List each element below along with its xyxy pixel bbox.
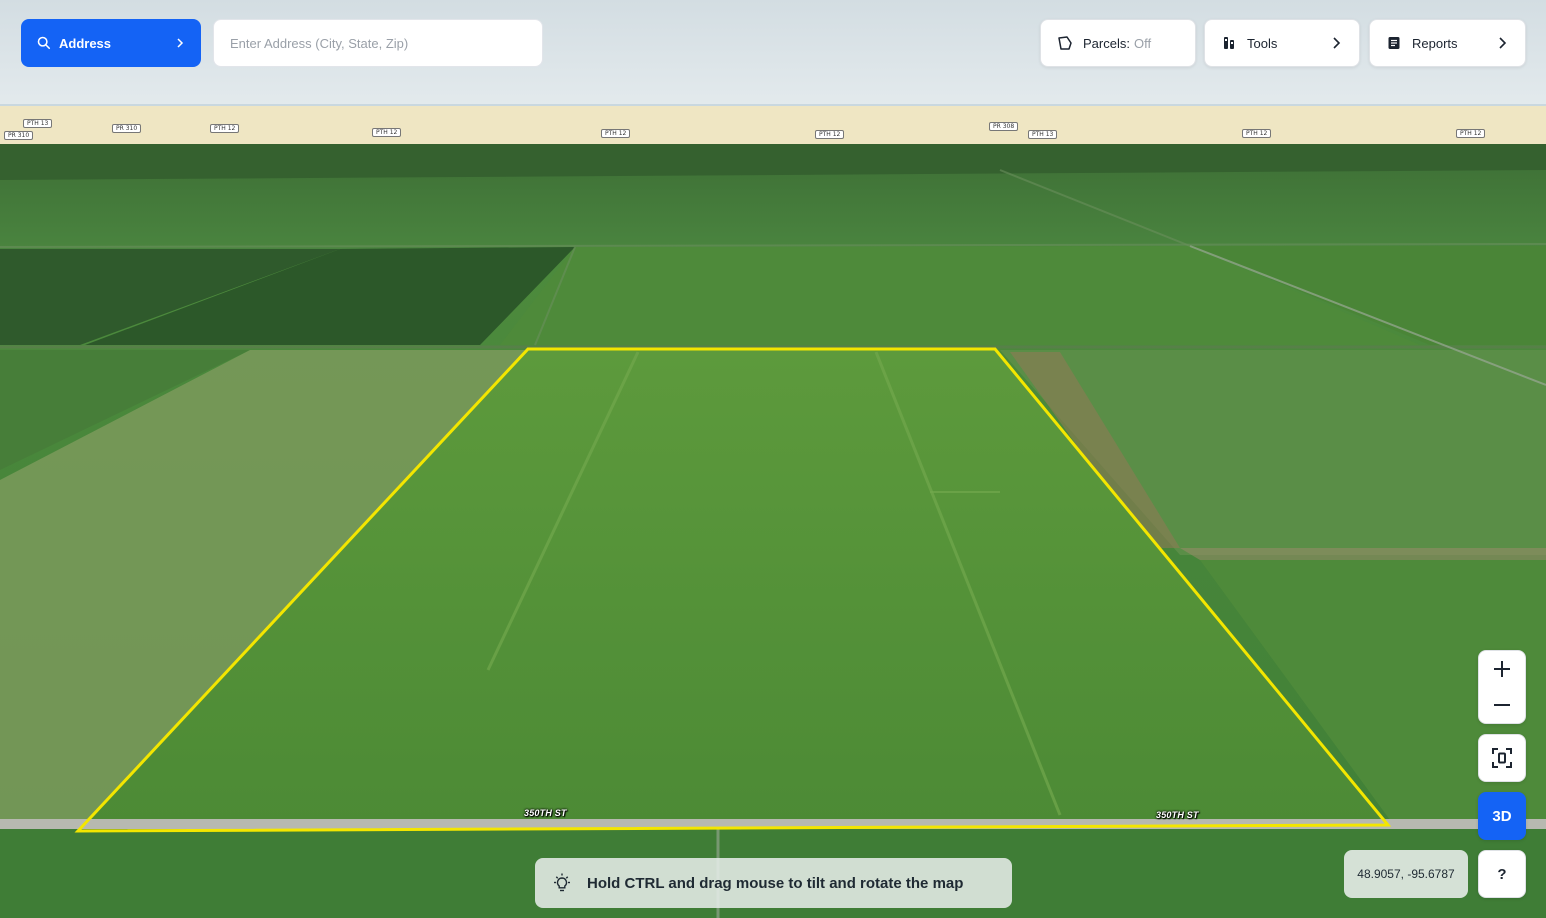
- parcels-label: Parcels:: [1083, 35, 1130, 51]
- address-search-input[interactable]: [213, 19, 543, 67]
- satellite-terrain: [0, 144, 1546, 918]
- address-label: Address: [59, 35, 112, 51]
- tools-button[interactable]: Tools: [1204, 19, 1360, 67]
- road-label: 350TH ST: [524, 808, 567, 818]
- zoom-controls: [1478, 650, 1526, 724]
- address-mode-button[interactable]: Address: [21, 19, 201, 67]
- chevron-right-icon: [1499, 37, 1507, 49]
- chevron-right-icon: [177, 38, 184, 48]
- lightbulb-icon: [554, 873, 570, 892]
- minus-icon: [1494, 704, 1510, 706]
- zoom-out-button[interactable]: [1478, 687, 1526, 723]
- focus-frame-icon: [1492, 748, 1512, 768]
- recenter-button[interactable]: [1478, 734, 1526, 782]
- tilt-rotate-hint: Hold CTRL and drag mouse to tilt and rot…: [535, 858, 1012, 908]
- zoom-in-button[interactable]: [1478, 651, 1526, 687]
- tools-icon: [1224, 37, 1234, 49]
- chevron-right-icon: [1333, 37, 1341, 49]
- road-label: 350TH ST: [1156, 810, 1199, 820]
- parcel-shape-icon: [1058, 36, 1072, 50]
- reports-button[interactable]: Reports: [1369, 19, 1526, 67]
- hint-text: Hold CTRL and drag mouse to tilt and rot…: [587, 874, 964, 892]
- parcels-state: Off: [1133, 35, 1152, 51]
- report-document-icon: [1388, 37, 1400, 49]
- search-icon: [37, 36, 51, 50]
- tools-label: Tools: [1247, 35, 1278, 51]
- cursor-coordinates: 48.9057, -95.6787: [1344, 850, 1468, 898]
- help-button[interactable]: ?: [1478, 850, 1526, 898]
- toggle-3d-button[interactable]: 3D: [1478, 792, 1526, 840]
- reports-label: Reports: [1412, 35, 1458, 51]
- map-canvas[interactable]: PTH 13 PR 310 PR 310 PTH 12 PTH 12 PTH 1…: [0, 0, 1546, 918]
- plus-icon: [1494, 661, 1510, 677]
- parcels-toggle-button[interactable]: Parcels: Off: [1040, 19, 1196, 67]
